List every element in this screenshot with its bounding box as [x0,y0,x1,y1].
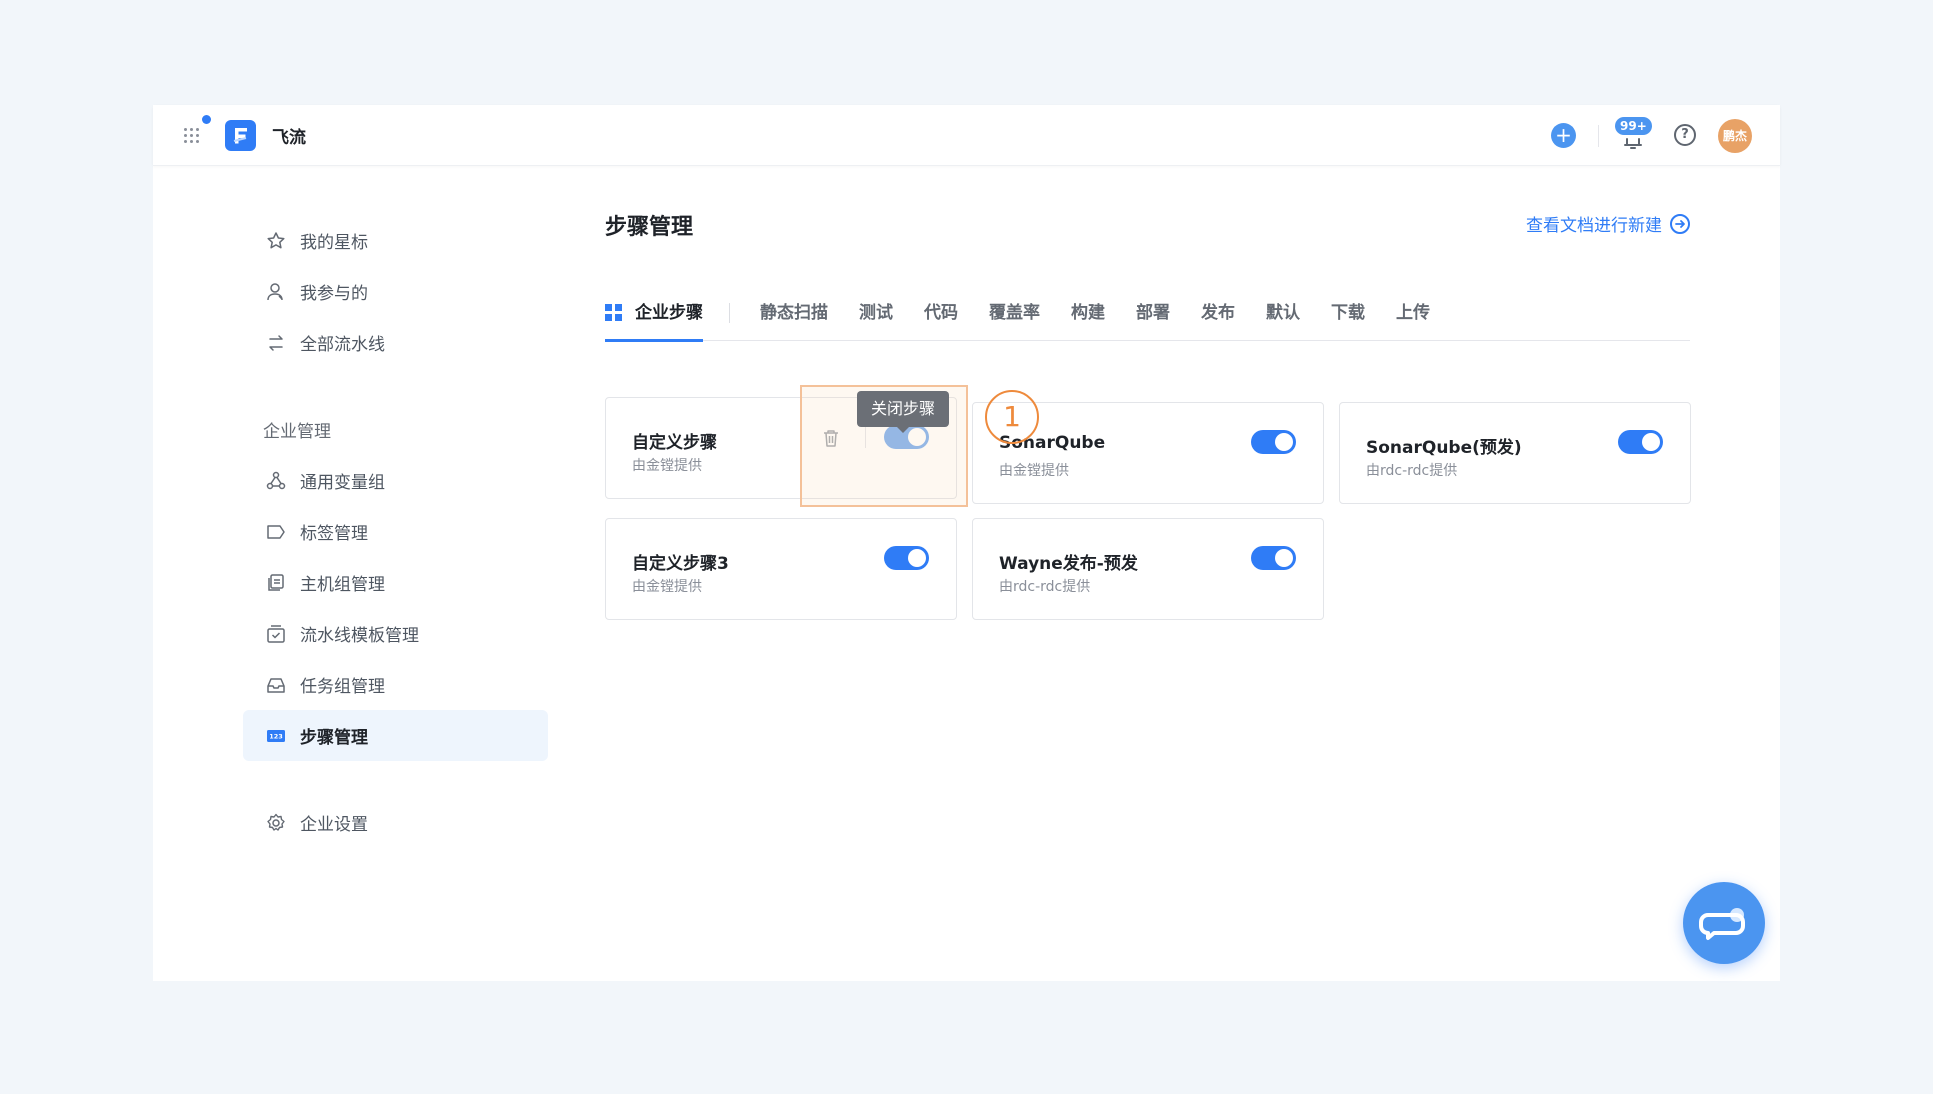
tag-icon [265,521,287,543]
sidebar-item-label: 步骤管理 [300,728,368,748]
step-card-provider: 由金镗提供 [632,579,702,595]
sidebar-item-participated[interactable]: 我参与的 [243,266,548,317]
tab-static-scan[interactable]: 静态扫描 [760,285,828,341]
tab-test[interactable]: 测试 [859,285,893,341]
step-card-provider: 由金镗提供 [999,463,1069,479]
sidebar: 我的星标 我参与的 全部流水线 企业管理 通用变量组 标签管理 主机组管理 流水… [243,215,548,848]
svg-text:123: 123 [269,732,283,740]
help-icon[interactable]: ? [1674,124,1696,146]
step-card[interactable]: Wayne发布-预发 由rdc-rdc提供 [972,518,1324,620]
step-toggle[interactable] [884,546,929,570]
sidebar-item-label: 流水线模板管理 [300,626,419,646]
sidebar-item-label: 企业设置 [300,815,368,835]
step-card[interactable]: SonarQube(预发) 由rdc-rdc提供 [1339,402,1691,504]
avatar[interactable]: 鹏杰 [1718,119,1752,153]
notification-dot [202,115,211,124]
step-category-tabs: 企业步骤 静态扫描 测试 代码 覆盖率 构建 部署 发布 默认 下载 上传 [605,285,1690,342]
sidebar-item-label: 全部流水线 [300,335,385,355]
toggle-knob [908,549,926,567]
step-card[interactable]: 自定义步骤3 由金镗提供 [605,518,957,620]
sidebar-item-label: 我参与的 [300,284,368,304]
sidebar-item-pipeline-templates[interactable]: 流水线模板管理 [243,608,548,659]
host-icon [265,572,287,594]
doc-link[interactable]: 查看文档进行新建 [1526,211,1690,236]
tab-enterprise-steps[interactable]: 企业步骤 [605,285,703,342]
app-title: 飞流 [272,128,306,148]
arrow-right-circle-icon [1670,213,1690,234]
app-logo-icon[interactable] [225,120,256,151]
tab-build[interactable]: 构建 [1071,285,1105,341]
sidebar-item-label: 标签管理 [300,524,368,544]
app-grid-icon[interactable] [183,127,201,145]
toggle-knob [1275,549,1293,567]
sidebar-item-all-pipelines[interactable]: 全部流水线 [243,317,548,368]
app-window: 飞流 + 99+ ? 鹏杰 我的星标 我参与的 全部流水线 企业管理 通用变量组… [153,105,1780,981]
inbox-icon [265,674,287,696]
step-toggle[interactable] [1251,546,1296,570]
tab-divider [729,302,730,323]
step-card-name: SonarQube(预发) [1366,438,1522,458]
add-button[interactable]: + [1551,123,1576,148]
page-title: 步骤管理 [605,215,694,240]
chat-icon [1699,908,1745,940]
tab-release[interactable]: 发布 [1201,285,1235,341]
star-icon [265,230,287,252]
sidebar-item-starred[interactable]: 我的星标 [243,215,548,266]
sidebar-item-label: 任务组管理 [300,677,385,697]
notification-button[interactable]: 99+ [1613,117,1653,153]
tutorial-step-marker: 1 [985,390,1039,444]
user-icon [265,281,287,303]
sidebar-item-host-groups[interactable]: 主机组管理 [243,557,548,608]
sidebar-item-task-groups[interactable]: 任务组管理 [243,659,548,710]
tab-default[interactable]: 默认 [1266,285,1300,341]
tab-coverage[interactable]: 覆盖率 [989,285,1040,341]
sidebar-group-title: 企业管理 [263,422,331,442]
step-card-provider: 由rdc-rdc提供 [1366,463,1458,479]
top-bar: 飞流 + 99+ ? 鹏杰 [153,105,1780,166]
doc-link-label: 查看文档进行新建 [1526,216,1662,236]
toggle-knob [1275,433,1293,451]
step-card-name: Wayne发布-预发 [999,554,1138,574]
tab-deploy[interactable]: 部署 [1136,285,1170,341]
header-divider [1598,125,1599,147]
step-toggle[interactable] [1618,430,1663,454]
step-card-name: 自定义步骤 [632,433,717,453]
sidebar-item-step-management[interactable]: 123 步骤管理 [243,710,548,761]
step-123-icon: 123 [265,725,287,747]
swap-icon [265,332,287,354]
chat-button[interactable] [1683,882,1765,964]
step-toggle[interactable] [1251,430,1296,454]
bell-icon [1624,138,1642,149]
nodes-icon [265,470,287,492]
grid-icon [605,303,623,322]
step-card-name: 自定义步骤3 [632,554,729,574]
step-card-provider: 由rdc-rdc提供 [999,579,1091,595]
template-icon [265,623,287,645]
sidebar-item-variable-groups[interactable]: 通用变量组 [243,455,548,506]
tab-code[interactable]: 代码 [924,285,958,341]
tab-download[interactable]: 下载 [1331,285,1365,341]
sidebar-item-tags[interactable]: 标签管理 [243,506,548,557]
sidebar-item-label: 主机组管理 [300,575,385,595]
tab-upload[interactable]: 上传 [1396,285,1430,341]
sidebar-item-enterprise-settings[interactable]: 企业设置 [243,797,548,848]
toggle-tooltip: 关闭步骤 [857,391,950,433]
toggle-knob [1642,433,1660,451]
sidebar-item-label: 我的星标 [300,233,368,253]
gear-icon [265,812,287,834]
plus-icon: + [1555,123,1572,147]
tab-label: 企业步骤 [635,302,703,323]
sidebar-item-label: 通用变量组 [300,473,385,493]
step-card-provider: 由金镗提供 [632,458,702,474]
